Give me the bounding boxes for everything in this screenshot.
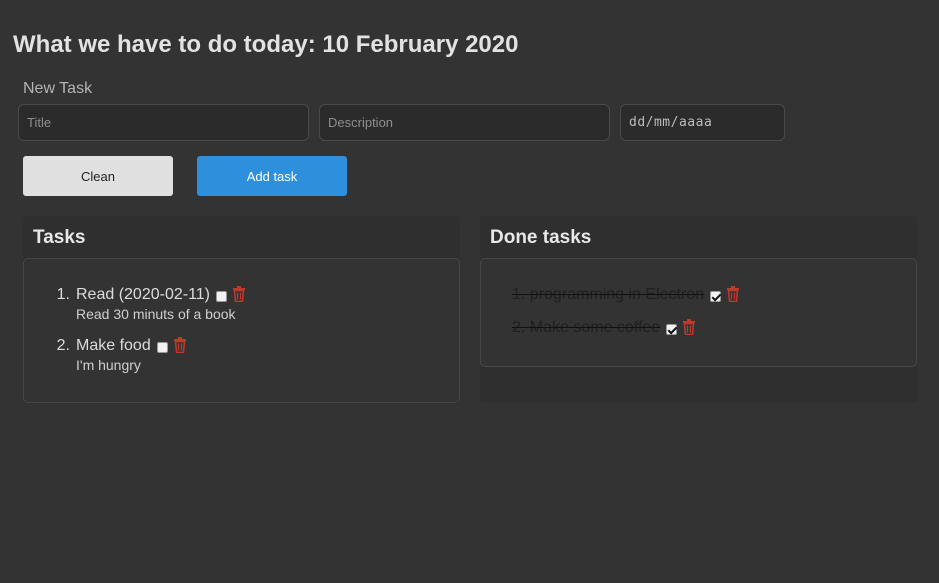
clean-button[interactable]: Clean <box>23 156 173 196</box>
done-task-item: 1. programming in Electron <box>512 286 740 304</box>
task-row: Make food <box>76 337 187 355</box>
done-list-container: 1. programming in Electron 2. Make some … <box>480 258 917 367</box>
new-task-label: New Task <box>23 80 93 97</box>
date-placeholder: dd/mm/aaaa <box>629 115 713 130</box>
checkbox-icon[interactable] <box>156 341 168 353</box>
task-number: 2. <box>56 337 70 354</box>
done-tasks-panel: Done tasks 1. programming in Electron 2.… <box>480 216 917 403</box>
tasks-list-container: 1. Read (2020-02-11) Read 30 minuts of a… <box>23 258 460 403</box>
checkbox-icon[interactable] <box>216 290 228 302</box>
done-task-text: 1. programming in Electron <box>512 286 705 303</box>
task-number: 1. <box>56 286 70 303</box>
trash-icon[interactable] <box>682 319 696 336</box>
date-input[interactable]: dd/mm/aaaa <box>620 104 785 141</box>
tasks-panel: Tasks 1. Read (2020-02-11) Read 30 minut… <box>23 216 460 403</box>
add-task-button[interactable]: Add task <box>197 156 347 196</box>
task-title: Read (2020-02-11) <box>76 286 211 303</box>
title-input[interactable] <box>18 104 309 141</box>
checkbox-icon[interactable] <box>710 290 722 302</box>
task-description: Read 30 minuts of a book <box>76 306 236 322</box>
task-description: I'm hungry <box>76 357 141 373</box>
page-title: What we have to do today: 10 February 20… <box>13 31 519 58</box>
done-task-item: 2. Make some coffee <box>512 319 696 337</box>
done-task-text: 2. Make some coffee <box>512 319 661 336</box>
trash-icon[interactable] <box>726 286 740 303</box>
task-row: Read (2020-02-11) <box>76 286 246 304</box>
trash-icon[interactable] <box>232 286 246 303</box>
tasks-heading: Tasks <box>33 227 86 248</box>
checkbox-icon[interactable] <box>666 323 678 335</box>
done-tasks-heading: Done tasks <box>490 227 592 248</box>
trash-icon[interactable] <box>173 337 187 354</box>
description-input[interactable] <box>319 104 610 141</box>
task-title: Make food <box>76 337 151 354</box>
